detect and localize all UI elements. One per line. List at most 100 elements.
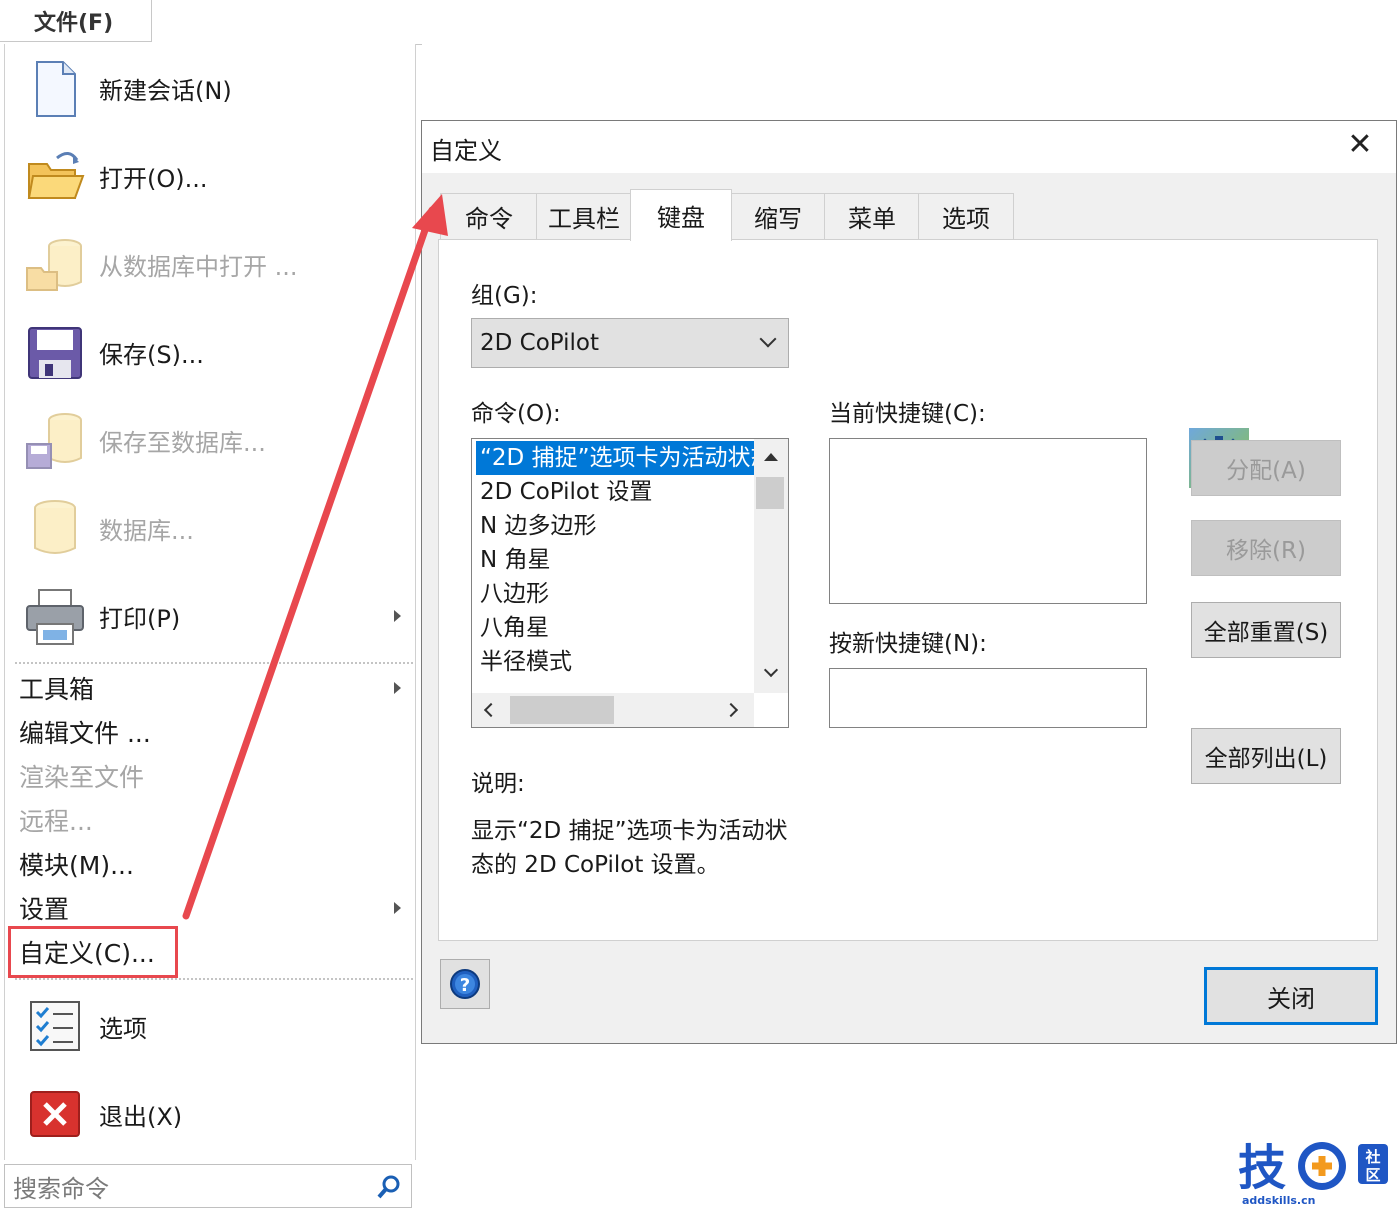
group-label: 组(G): [471, 283, 538, 309]
submenu-arrow-icon [394, 902, 401, 914]
new-document-icon [23, 56, 87, 120]
menu-item-label: 打印(P) [99, 604, 181, 633]
tab-label: 菜单 [848, 205, 896, 233]
dialog-titlebar [422, 121, 1396, 173]
menu-item-label: 渲染至文件 [19, 763, 145, 792]
menu-item-render-to-file[interactable]: 渲染至文件 [19, 756, 409, 796]
customize-dialog: 自定义 ✕ 命令 工具栏 键盘 缩写 菜单 选项 组(G): 2D CoPilo… [421, 120, 1397, 1044]
scroll-up-icon[interactable] [764, 453, 778, 461]
watermark-url: addskills.cn [1242, 1194, 1316, 1207]
svg-text:区: 区 [1365, 1166, 1380, 1184]
menu-item-label: 打开(O)... [99, 164, 208, 193]
menu-item-edit-file[interactable]: 编辑文件 ... [19, 712, 409, 752]
scroll-right-icon[interactable] [723, 702, 739, 718]
tab-toolbars[interactable]: 工具栏 [536, 193, 632, 239]
menu-item-remote[interactable]: 远程... [19, 800, 409, 840]
menu-item-open[interactable]: 打开(O)... [19, 136, 409, 216]
menu-item-label: 保存(S)... [99, 340, 204, 369]
command-listbox[interactable]: “2D 捕捉”选项卡为活动状态 2D CoPilot 设置 N 边多边形 N 角… [471, 438, 789, 728]
menu-item-label: 退出(X) [99, 1102, 183, 1131]
tab-options[interactable]: 选项 [918, 193, 1014, 239]
menu-item-label: 选项 [99, 1014, 147, 1043]
svg-text:技: 技 [1238, 1140, 1286, 1196]
scroll-left-icon[interactable] [483, 702, 499, 718]
menu-separator [15, 662, 413, 664]
file-menu-tab[interactable]: 文件(F) [0, 0, 152, 42]
menu-item-label: 工具箱 [19, 675, 95, 704]
command-label: 命令(O): [471, 401, 561, 427]
list-item[interactable]: 2D CoPilot 设置 [476, 475, 652, 509]
save-floppy-icon [23, 320, 87, 384]
menu-item-label: 保存至数据库... [99, 428, 266, 457]
tab-keyboard[interactable]: 键盘 [630, 189, 732, 241]
menu-item-toolbox[interactable]: 工具箱 [19, 668, 409, 708]
group-dropdown-value: 2D CoPilot [480, 330, 600, 356]
menu-item-label: 远程... [19, 807, 93, 836]
help-icon: ? [450, 969, 480, 999]
tab-label: 缩写 [754, 205, 802, 233]
current-shortcut-list[interactable] [829, 438, 1147, 604]
current-shortcut-label: 当前快捷键(C): [829, 401, 986, 427]
list-item[interactable]: “2D 捕捉”选项卡为活动状态 [476, 441, 756, 475]
menu-item-label: 新建会话(N) [99, 76, 232, 105]
search-command-input[interactable]: 搜索命令 [4, 1164, 412, 1208]
menu-item-label: 设置 [19, 895, 70, 924]
menu-separator [15, 978, 413, 980]
group-dropdown[interactable]: 2D CoPilot [471, 318, 789, 368]
list-item[interactable]: 八角星 [476, 611, 549, 645]
new-shortcut-input[interactable] [829, 668, 1147, 728]
menu-item-save-to-database[interactable]: 保存至数据库... [19, 400, 409, 480]
tab-commands[interactable]: 命令 [440, 193, 538, 239]
svg-text:?: ? [460, 975, 470, 996]
file-menu-panel: 新建会话(N) 打开(O)... 从数据库中打开 ... 保存(S)... 保存… [4, 44, 416, 1160]
remove-button[interactable]: 移除(R) [1191, 520, 1341, 576]
printer-icon [23, 584, 87, 648]
menu-item-exit[interactable]: 退出(X) [19, 1074, 409, 1154]
tab-label: 选项 [942, 205, 990, 233]
database-icon [23, 496, 87, 560]
list-item[interactable]: N 边多边形 [476, 509, 597, 543]
menu-item-modules[interactable]: 模块(M)... [19, 844, 409, 884]
exit-icon [23, 1082, 87, 1146]
submenu-arrow-icon [394, 610, 401, 622]
menu-item-label: 模块(M)... [19, 851, 134, 880]
customize-highlight-box [8, 926, 178, 978]
tab-abbreviations[interactable]: 缩写 [730, 193, 826, 239]
keyboard-tab-panel: 组(G): 2D CoPilot 命令(O): “2D 捕捉”选项卡为活动状态 … [438, 239, 1378, 941]
search-icon[interactable] [375, 1173, 403, 1201]
horizontal-scroll-thumb[interactable] [510, 696, 614, 724]
menu-item-print[interactable]: 打印(P) [19, 576, 409, 656]
menu-item-settings[interactable]: 设置 [19, 888, 409, 928]
menu-item-label: 编辑文件 ... [19, 719, 151, 748]
tab-label: 工具栏 [548, 205, 620, 233]
dialog-title: 自定义 [430, 137, 502, 165]
description-text: 显示“2D 捕捉”选项卡为活动状态的 2D CoPilot 设置。 [471, 818, 788, 878]
tab-menus[interactable]: 菜单 [824, 193, 920, 239]
svg-text:社: 社 [1364, 1148, 1380, 1166]
database-open-icon [23, 232, 87, 296]
help-button[interactable]: ? [440, 959, 490, 1009]
menu-item-new-session[interactable]: 新建会话(N) [19, 48, 409, 128]
open-folder-icon [23, 144, 87, 208]
close-icon[interactable]: ✕ [1342, 127, 1378, 163]
menu-item-database[interactable]: 数据库... [19, 488, 409, 568]
menu-item-label: 数据库... [99, 516, 194, 545]
assign-button[interactable]: 分配(A) [1191, 440, 1341, 496]
list-item[interactable]: 八边形 [476, 577, 549, 611]
new-shortcut-label: 按新快捷键(N): [829, 631, 987, 657]
list-item[interactable]: 半径模式 [476, 645, 572, 679]
menu-item-label: 从数据库中打开 ... [99, 252, 298, 281]
menu-item-save[interactable]: 保存(S)... [19, 312, 409, 392]
checklist-icon [23, 994, 87, 1058]
menu-item-options[interactable]: 选项 [19, 986, 409, 1066]
tab-label: 命令 [465, 205, 513, 233]
list-item[interactable]: N 角星 [476, 543, 551, 577]
vertical-scroll-thumb[interactable] [756, 477, 784, 509]
description-label: 说明: [471, 771, 525, 797]
close-button[interactable]: 关闭 [1204, 967, 1378, 1025]
search-placeholder: 搜索命令 [13, 1174, 109, 1203]
reset-all-button[interactable]: 全部重置(S) [1191, 602, 1341, 658]
menu-item-open-from-database[interactable]: 从数据库中打开 ... [19, 224, 409, 304]
scroll-down-icon[interactable] [763, 662, 779, 678]
list-all-button[interactable]: 全部列出(L) [1191, 728, 1341, 784]
